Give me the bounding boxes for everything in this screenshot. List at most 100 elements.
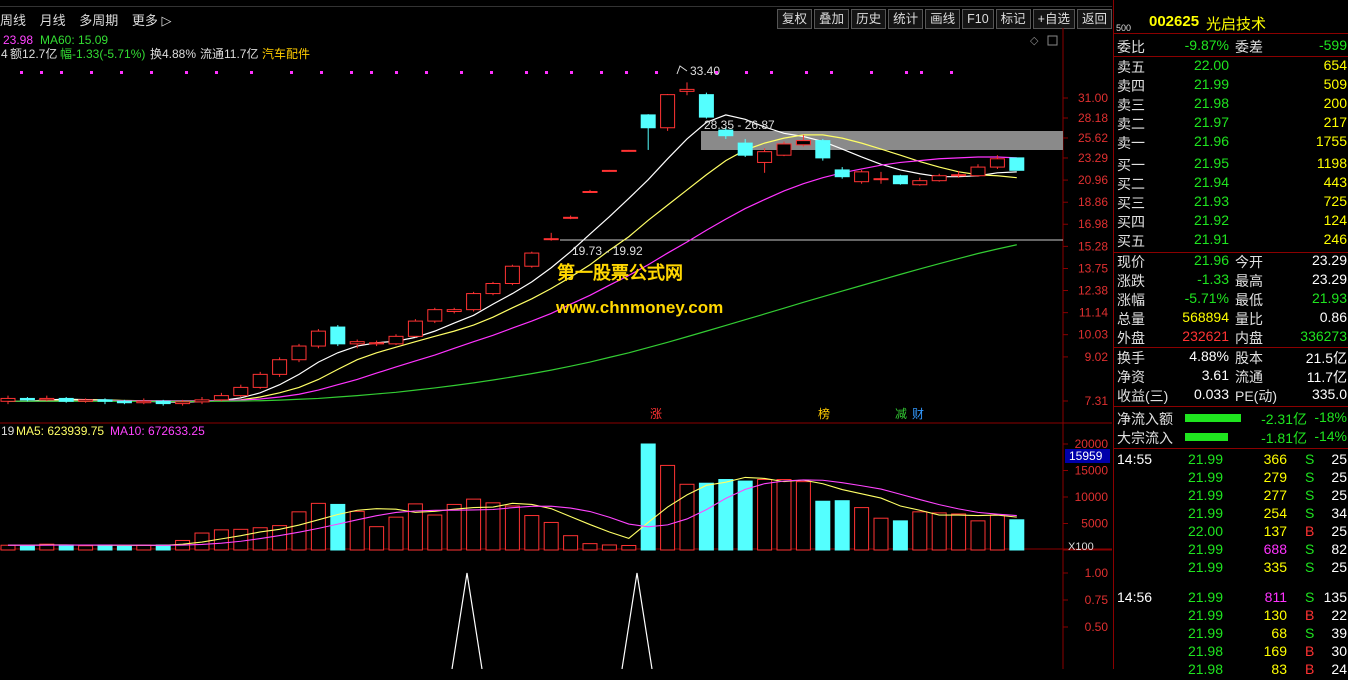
draw-line-button[interactable]: 画线 — [925, 9, 961, 29]
candle-body — [563, 216, 579, 219]
stock-name[interactable]: 光启技术 — [1206, 13, 1266, 34]
bid-row: 买一 21.95 1198 — [1117, 155, 1347, 174]
signal-dot — [370, 71, 373, 74]
candle-body — [349, 341, 365, 345]
statistics-button[interactable]: 统计 — [888, 9, 924, 29]
candle-body — [601, 169, 617, 172]
tick-count: 25 — [1331, 469, 1347, 485]
candle-body — [504, 265, 520, 285]
candle-body — [19, 397, 35, 401]
corner-number: 500 — [1116, 23, 1132, 33]
ask-volume: 509 — [1323, 76, 1347, 92]
bid-volume: 443 — [1323, 174, 1347, 190]
overlay-button[interactable]: 叠加 — [814, 9, 850, 29]
quote-value: 0.86 — [1319, 309, 1347, 325]
stock-code[interactable]: 002625 — [1149, 13, 1199, 30]
tick-side: B — [1305, 661, 1315, 677]
tick-price: 21.99 — [1187, 469, 1223, 485]
signal-dot — [830, 71, 833, 74]
tick-count: 22 — [1331, 607, 1347, 623]
volume-bar — [892, 520, 908, 551]
signal-dot — [20, 71, 23, 74]
bid-row: 买五 21.91 246 — [1117, 231, 1347, 250]
price-tick-label: 11.14 — [1079, 306, 1108, 320]
ask-row: 卖四 21.99 509 — [1117, 76, 1347, 95]
tick-volume: 137 — [1263, 523, 1287, 539]
maximize-icon[interactable] — [1047, 35, 1058, 46]
tick-volume: 366 — [1263, 451, 1287, 467]
volume-bar — [446, 503, 462, 551]
signal-dot — [625, 71, 628, 74]
tick-price: 21.98 — [1187, 643, 1223, 659]
mark-button[interactable]: 标记 — [995, 9, 1031, 29]
signal-dot — [525, 71, 528, 74]
restore-rights-button[interactable]: 复权 — [777, 9, 813, 29]
candle-body — [640, 114, 656, 129]
fundamental-value: 0.033 — [1193, 386, 1229, 402]
fundamental-label: 流通 — [1235, 369, 1263, 385]
marker-reduce: 减 — [895, 407, 907, 421]
candles — [0, 82, 1025, 406]
tick-count: 25 — [1331, 523, 1347, 539]
candle-body — [0, 397, 16, 402]
more-menu[interactable]: 更多 ▷ — [132, 13, 172, 28]
candle-body — [485, 283, 501, 295]
tick-price: 21.99 — [1187, 505, 1223, 521]
quote-label: 现价 — [1117, 254, 1145, 270]
diamond-icon[interactable]: ◇ — [1030, 35, 1039, 47]
float-label: 流通11.7亿 — [200, 46, 258, 61]
quote-value: 21.96 — [1193, 252, 1229, 268]
bid-level-label: 买五 — [1117, 233, 1145, 249]
flow-bar — [1185, 433, 1228, 441]
candle-body — [272, 359, 288, 375]
indicator-tick-label: 1.00 — [1085, 566, 1109, 580]
signal-dot — [600, 71, 603, 74]
period-monthly-tab[interactable]: 月线 — [40, 13, 66, 28]
signal-dot — [545, 71, 548, 74]
tick-side: B — [1305, 643, 1315, 659]
flow-value: -1.81亿 — [1261, 430, 1307, 446]
volume-tick-label: 10000 — [1075, 490, 1109, 504]
bid-volume: 1198 — [1316, 155, 1347, 171]
ask-volume: 1755 — [1315, 133, 1347, 149]
signal-dot — [770, 71, 773, 74]
history-button[interactable]: 历史 — [851, 9, 887, 29]
fundamental-label: 换手 — [1117, 350, 1145, 366]
tick-row: 21.99 688 S 82 — [1117, 541, 1347, 560]
flow-label: 净流入额 — [1117, 411, 1173, 427]
period-weekly-tab[interactable]: 周线 — [0, 13, 26, 28]
ask-level-label: 卖四 — [1117, 78, 1145, 94]
quote-value: 336273 — [1300, 328, 1347, 344]
candle-body — [989, 158, 1005, 168]
candle-body — [795, 140, 811, 146]
tick-count: 25 — [1331, 559, 1347, 575]
kline-chart[interactable]: 23.98 MA60: 15.09 4 额12.7亿 幅-1.33(-5.71%… — [0, 28, 1112, 669]
candle-body — [175, 401, 191, 405]
bid-price: 21.92 — [1193, 212, 1229, 228]
indicator-panel — [451, 572, 653, 669]
ma60-label: MA60: 15.09 — [40, 33, 108, 47]
bid-volume: 124 — [1323, 212, 1347, 228]
tick-price: 21.98 — [1187, 661, 1223, 677]
multi-period-tab[interactable]: 多周期 — [79, 13, 118, 28]
volume-bar — [698, 482, 714, 551]
candle-body — [291, 345, 307, 361]
bid-volume: 725 — [1323, 193, 1347, 209]
flow-bar — [1185, 414, 1241, 422]
signal-dot — [350, 71, 353, 74]
volume-bar — [951, 513, 967, 551]
divider — [1114, 406, 1348, 407]
tick-price: 21.99 — [1187, 559, 1223, 575]
indicator-axis: 1.00 0.75 0.50 — [1063, 566, 1108, 634]
quote-value: 23.29 — [1311, 271, 1347, 287]
f10-button[interactable]: F10 — [962, 9, 994, 29]
top-menu-strip — [0, 0, 1112, 7]
signal-dot — [150, 71, 153, 74]
back-button[interactable]: 返回 — [1076, 9, 1112, 29]
volume-bar — [815, 500, 831, 551]
candle-body — [815, 140, 831, 159]
add-watchlist-button[interactable]: +自选 — [1032, 9, 1075, 29]
quote-row: 涨幅 -5.71% 最低 21.93 — [1117, 290, 1347, 309]
tick-side: S — [1305, 589, 1315, 605]
turnover-label: 换4.88% — [150, 47, 196, 61]
